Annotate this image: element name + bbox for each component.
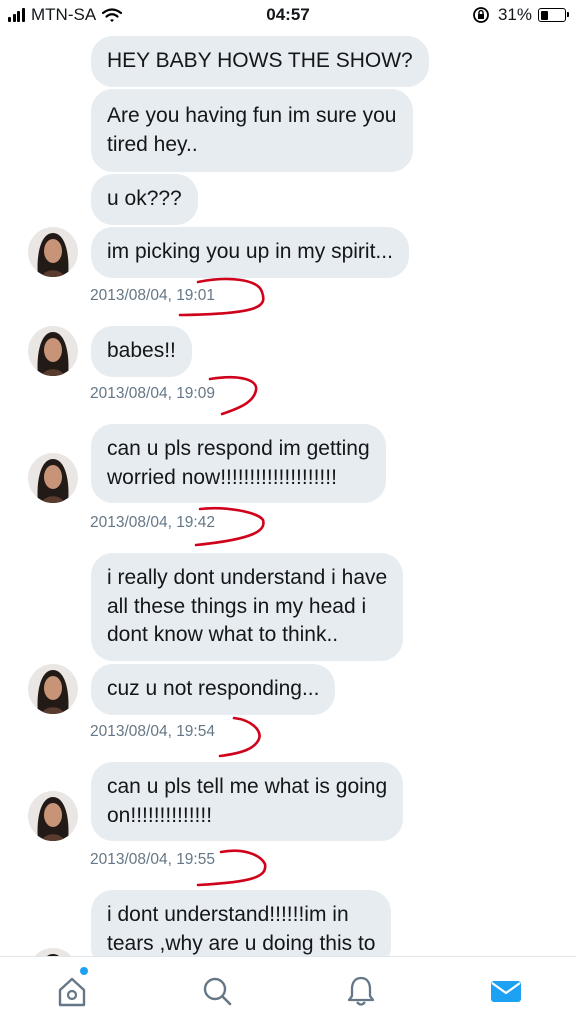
message-bubble[interactable]: babes!!	[91, 326, 192, 377]
home-icon	[58, 977, 86, 1007]
avatar[interactable]	[28, 948, 78, 956]
notification-dot	[80, 967, 88, 975]
profile-photo	[28, 664, 78, 714]
message-bubble[interactable]: can u pls respond im getting worried now…	[91, 424, 386, 503]
battery-icon	[538, 8, 569, 22]
search-icon	[203, 977, 232, 1006]
battery-fill	[540, 10, 548, 20]
message-bubble[interactable]: cuz u not responding...	[91, 664, 336, 715]
conversation[interactable]: HEY BABY HOWS THE SHOW? Are you having f…	[0, 30, 576, 956]
avatar[interactable]	[28, 227, 78, 277]
tab-home[interactable]	[52, 971, 92, 1011]
avatar[interactable]	[28, 791, 78, 841]
message-bubble[interactable]: HEY BABY HOWS THE SHOW?	[91, 36, 429, 87]
tab-bar	[0, 956, 576, 1024]
battery-percent: 31%	[497, 5, 532, 24]
message-bubble[interactable]: u ok???	[91, 174, 198, 225]
message-bubble[interactable]: i dont understand!!!!!!im in tears ,why …	[91, 890, 392, 956]
message-bubble[interactable]: i really dont understand i have all thes…	[91, 553, 404, 661]
annotation-underline	[208, 375, 258, 416]
status-right: 31%	[472, 5, 569, 25]
tab-notifications[interactable]	[341, 971, 381, 1011]
status-bar: MTN-SA 04:57 31%	[0, 0, 576, 30]
bell-icon	[347, 976, 375, 1006]
profile-photo	[28, 453, 78, 503]
profile-photo	[28, 326, 78, 376]
timestamp: 2013/08/04, 19:42	[90, 514, 215, 531]
timestamp: 2013/08/04, 19:55	[90, 851, 215, 868]
avatar[interactable]	[28, 664, 78, 714]
profile-photo	[28, 227, 78, 277]
profile-photo	[28, 791, 78, 841]
profile-photo	[28, 948, 78, 956]
avatar[interactable]	[28, 453, 78, 503]
orientation-lock-icon	[473, 7, 489, 23]
tab-messages[interactable]	[486, 971, 526, 1011]
avatar[interactable]	[28, 326, 78, 376]
mail-icon	[491, 981, 521, 1002]
annotation-underline	[218, 716, 261, 758]
message-bubble[interactable]: can u pls tell me what is going on!!!!!!…	[91, 762, 404, 841]
timestamp: 2013/08/04, 19:09	[90, 385, 215, 402]
message-bubble[interactable]: Are you having fun im sure you tired hey…	[91, 89, 413, 172]
timestamp: 2013/08/04, 19:01	[90, 287, 215, 304]
message-bubble[interactable]: im picking you up in my spirit...	[91, 227, 409, 278]
timestamp: 2013/08/04, 19:54	[90, 723, 215, 740]
tab-search[interactable]	[197, 971, 237, 1011]
